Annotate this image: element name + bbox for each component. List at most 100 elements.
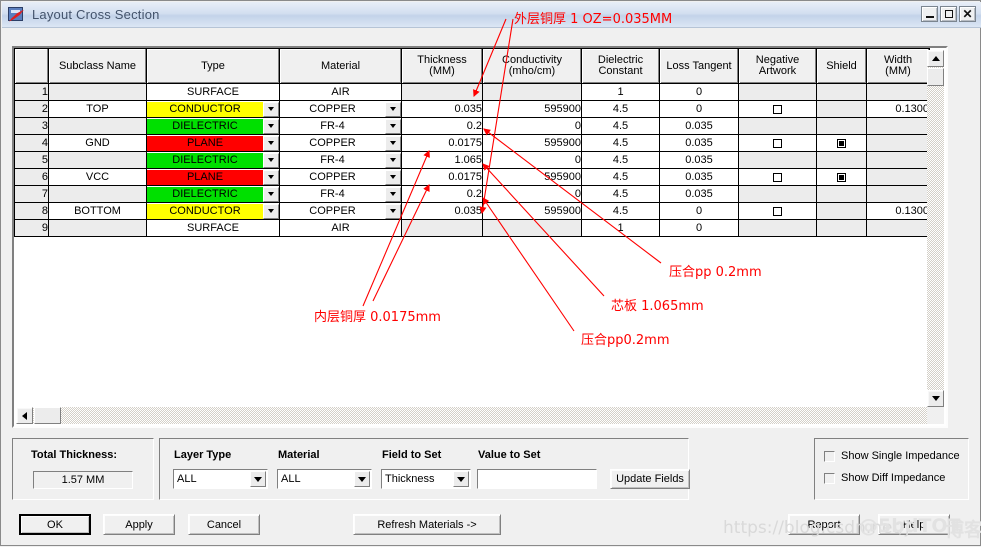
- width-cell[interactable]: [866, 83, 930, 101]
- table-row[interactable]: 9 SURFACE AIR 1 0: [14, 219, 930, 237]
- layer-material-cell[interactable]: FR-4: [279, 185, 402, 203]
- width-cell[interactable]: 0.1300: [866, 100, 930, 118]
- layer-material-cell[interactable]: COPPER: [279, 100, 402, 118]
- loss-tangent-cell[interactable]: 0: [659, 219, 739, 237]
- conductivity-cell[interactable]: 0: [482, 185, 582, 203]
- field-to-set-select[interactable]: Thickness: [381, 469, 471, 489]
- scroll-left-button[interactable]: [16, 407, 33, 424]
- thickness-cell[interactable]: 0.035: [401, 100, 483, 118]
- chevron-down-icon[interactable]: [385, 186, 401, 202]
- conductivity-cell[interactable]: 595900: [482, 134, 582, 152]
- row-number-cell[interactable]: 8: [14, 202, 49, 220]
- layer-type-cell[interactable]: DIELECTRIC: [146, 151, 280, 169]
- conductivity-cell[interactable]: 0: [482, 117, 582, 135]
- table-row[interactable]: 2 TOP CONDUCTOR COPPER 0.035 595900 4.5 0 0.1300: [14, 100, 930, 118]
- thickness-cell[interactable]: 0.035: [401, 202, 483, 220]
- chevron-down-icon[interactable]: [263, 135, 279, 151]
- table-row[interactable]: 6 VCC PLANE COPPER 0.0175 595900 4.5 0.035: [14, 168, 930, 186]
- subclass-name-cell[interactable]: [48, 151, 147, 169]
- checkbox-checked-icon[interactable]: [837, 172, 846, 182]
- checkbox-icon[interactable]: [824, 472, 835, 484]
- header-negative-artwork[interactable]: Negative Artwork: [738, 48, 817, 84]
- header-subclass-name[interactable]: Subclass Name: [48, 48, 147, 84]
- header-loss-tangent[interactable]: Loss Tangent: [659, 48, 739, 84]
- table-row[interactable]: 7 DIELECTRIC FR-4 0.2 0 4.5 0.035: [14, 185, 930, 203]
- width-cell[interactable]: [866, 151, 930, 169]
- scroll-up-button[interactable]: [927, 50, 944, 67]
- row-number-cell[interactable]: 1: [14, 83, 49, 101]
- loss-tangent-cell[interactable]: 0.035: [659, 117, 739, 135]
- layer-type-cell[interactable]: SURFACE: [146, 83, 280, 101]
- loss-tangent-cell[interactable]: 0.035: [659, 185, 739, 203]
- update-fields-button[interactable]: Update Fields: [610, 469, 690, 489]
- thickness-cell[interactable]: [401, 83, 483, 101]
- cancel-button[interactable]: Cancel: [188, 514, 260, 535]
- width-cell[interactable]: [866, 185, 930, 203]
- layer-material-cell[interactable]: COPPER: [279, 134, 402, 152]
- loss-tangent-cell[interactable]: 0.035: [659, 151, 739, 169]
- thickness-cell[interactable]: 0.0175: [401, 134, 483, 152]
- dielectric-constant-cell[interactable]: 4.5: [581, 185, 660, 203]
- negative-artwork-cell[interactable]: [738, 134, 817, 152]
- checkbox-icon[interactable]: [773, 104, 782, 114]
- chevron-down-icon[interactable]: [263, 169, 279, 185]
- minimize-button[interactable]: [921, 6, 938, 22]
- conductivity-cell[interactable]: [482, 83, 582, 101]
- dielectric-constant-cell[interactable]: 4.5: [581, 168, 660, 186]
- conductivity-cell[interactable]: 595900: [482, 168, 582, 186]
- dielectric-constant-cell[interactable]: 4.5: [581, 117, 660, 135]
- vertical-scrollbar[interactable]: [927, 50, 944, 407]
- row-number-cell[interactable]: 3: [14, 117, 49, 135]
- header-shield[interactable]: Shield: [816, 48, 867, 84]
- table-row[interactable]: 4 GND PLANE COPPER 0.0175 595900 4.5 0.035: [14, 134, 930, 152]
- header-material[interactable]: Material: [279, 48, 402, 84]
- scroll-down-button[interactable]: [927, 390, 944, 407]
- dielectric-constant-cell[interactable]: 4.5: [581, 134, 660, 152]
- material-filter-select[interactable]: ALL: [277, 469, 372, 489]
- cross-section-grid[interactable]: Subclass Name Type Material Thickness (MM…: [12, 46, 948, 428]
- chevron-down-icon[interactable]: [385, 152, 401, 168]
- header-width[interactable]: Width (MM): [866, 48, 930, 84]
- thickness-cell[interactable]: [401, 219, 483, 237]
- thickness-cell[interactable]: 0.2: [401, 185, 483, 203]
- chevron-down-icon[interactable]: [385, 169, 401, 185]
- horizontal-scrollbar[interactable]: [16, 407, 927, 424]
- layer-type-cell[interactable]: DIELECTRIC: [146, 185, 280, 203]
- subclass-name-cell[interactable]: [48, 219, 147, 237]
- dielectric-constant-cell[interactable]: 4.5: [581, 151, 660, 169]
- apply-button[interactable]: Apply: [103, 514, 175, 535]
- chevron-down-icon[interactable]: [385, 118, 401, 134]
- checkbox-icon[interactable]: [773, 138, 782, 148]
- thickness-cell[interactable]: 0.0175: [401, 168, 483, 186]
- refresh-materials-button[interactable]: Refresh Materials ->: [353, 514, 501, 535]
- subclass-name-cell[interactable]: BOTTOM: [48, 202, 147, 220]
- checkbox-icon[interactable]: [773, 172, 782, 182]
- conductivity-cell[interactable]: [482, 219, 582, 237]
- layer-type-cell[interactable]: DIELECTRIC: [146, 117, 280, 135]
- conductivity-cell[interactable]: 0: [482, 151, 582, 169]
- subclass-name-cell[interactable]: GND: [48, 134, 147, 152]
- chevron-down-icon[interactable]: [250, 471, 266, 487]
- row-number-cell[interactable]: 9: [14, 219, 49, 237]
- conductivity-cell[interactable]: 595900: [482, 202, 582, 220]
- layer-type-cell[interactable]: CONDUCTOR: [146, 202, 280, 220]
- chevron-down-icon[interactable]: [263, 152, 279, 168]
- thickness-cell[interactable]: 1.065: [401, 151, 483, 169]
- subclass-name-cell[interactable]: [48, 117, 147, 135]
- dielectric-constant-cell[interactable]: 1: [581, 219, 660, 237]
- chevron-down-icon[interactable]: [354, 471, 370, 487]
- close-button[interactable]: ✕: [959, 6, 976, 22]
- layer-type-cell[interactable]: PLANE: [146, 134, 280, 152]
- header-type[interactable]: Type: [146, 48, 280, 84]
- show-diff-impedance-checkbox[interactable]: Show Diff Impedance: [824, 472, 945, 484]
- chevron-down-icon[interactable]: [263, 203, 279, 219]
- layer-material-cell[interactable]: FR-4: [279, 117, 402, 135]
- layer-type-cell[interactable]: CONDUCTOR: [146, 100, 280, 118]
- header-rownum[interactable]: [14, 48, 49, 84]
- table-row[interactable]: 8 BOTTOM CONDUCTOR COPPER 0.035 595900 4.5 0 0.1…: [14, 202, 930, 220]
- shield-cell[interactable]: [816, 134, 867, 152]
- row-number-cell[interactable]: 5: [14, 151, 49, 169]
- horizontal-scroll-thumb[interactable]: [34, 407, 61, 424]
- subclass-name-cell[interactable]: [48, 185, 147, 203]
- width-cell[interactable]: [866, 219, 930, 237]
